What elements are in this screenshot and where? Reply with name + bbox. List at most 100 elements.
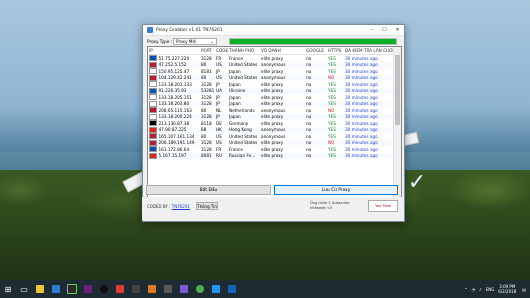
cell-port: 3128 xyxy=(201,81,212,87)
app-icon-b[interactable] xyxy=(144,280,160,298)
cell-code: DE xyxy=(216,120,222,126)
record-icon[interactable] xyxy=(96,280,112,298)
language-indicator[interactable]: ENG xyxy=(486,287,495,292)
table-row[interactable]: 133.18.200.224 3128 JP Japan elite proxy no YE… xyxy=(148,113,393,120)
ip-text: 47.252.5.152 xyxy=(158,62,187,68)
windows-start-icon[interactable]: ⊞ xyxy=(0,280,16,298)
table-row[interactable]: 91.226.35.93 53281 UA Ukraine elite proxy no Y… xyxy=(148,87,393,94)
table-row[interactable]: 208.65.115.163 80 NL Netherlands anonymous no… xyxy=(148,107,393,114)
col-header-google[interactable]: GOOGLE xyxy=(305,48,327,53)
table-row[interactable]: 133.18.203.80 3128 JP Japan elite proxy no YES… xyxy=(148,100,393,107)
minimize-button[interactable]: – xyxy=(365,25,378,35)
col-header-code[interactable]: CODE xyxy=(215,48,228,53)
cell-ip: 165.107.161.134 xyxy=(148,133,200,140)
table-row[interactable]: 5.167.15.197 8081 RU Russian Fe... elite pro… xyxy=(148,152,393,159)
media-icon[interactable] xyxy=(112,280,128,298)
edge-icon[interactable] xyxy=(48,280,64,298)
col-header-port[interactable]: PORT xyxy=(200,48,215,53)
vertical-scrollbar[interactable] xyxy=(393,47,401,207)
flag-icon xyxy=(149,107,157,114)
table-row[interactable]: 133.18.205.151 3128 JP Japan elite proxy no YE… xyxy=(148,94,393,101)
app-icon-c[interactable] xyxy=(160,280,176,298)
folder-icon[interactable] xyxy=(32,280,48,298)
cell-https: YES xyxy=(328,114,336,120)
title-bar[interactable]: Proxy Grabber v1.01 TN76201 – ☐ ✕ xyxy=(143,25,404,36)
ip-text: 91.226.35.93 xyxy=(158,88,187,94)
table-row[interactable]: 47.90.87.225 88 HK Hong Kong anonymous no YES 3… xyxy=(148,126,393,133)
proxy-type-select[interactable]: Proxy Mới ⌄ xyxy=(173,37,217,45)
flag-icon xyxy=(149,139,157,146)
col-header-city[interactable]: THÀNH PHỐ xyxy=(228,48,260,53)
flag-icon xyxy=(149,81,157,88)
cell-google: no xyxy=(306,127,312,133)
cell-last-checked: 30 minutes ago xyxy=(345,140,378,146)
maximize-button[interactable]: ☐ xyxy=(378,25,391,35)
col-header-https[interactable]: HTTPS xyxy=(327,48,344,53)
cell-https: YES xyxy=(328,146,336,152)
notifications-icon[interactable]: ▤ xyxy=(522,287,526,292)
cell-google: no xyxy=(306,107,312,113)
cell-anonymity: elite proxy xyxy=(261,114,284,120)
ip-text: 133.18.200.224 xyxy=(158,114,192,120)
cell-https: YES xyxy=(328,127,336,133)
cell-city: France xyxy=(229,146,243,152)
cell-https: YES xyxy=(328,62,336,68)
table-row[interactable]: 150.95.125.47 8181 JP Japan elite proxy no YES… xyxy=(148,68,393,75)
table-row[interactable]: 51.75.227.220 3128 FR France elite proxy no YE… xyxy=(148,55,393,62)
cell-anonymity: anonymous xyxy=(261,133,286,139)
cell-anonymity: anonymous xyxy=(261,127,286,133)
ip-text: 208.65.115.163 xyxy=(158,107,192,113)
cell-google: no xyxy=(306,62,312,68)
clock[interactable]: 3:09 PM 6/2/2018 xyxy=(498,284,516,294)
table-row[interactable]: 163.172.86.64 3128 FR France elite proxy no YE… xyxy=(148,146,393,153)
cell-port: 80 xyxy=(201,107,207,113)
cell-anonymity: anonymous xyxy=(261,75,286,81)
col-header-anonymity[interactable]: VÔ DANH xyxy=(260,48,305,53)
cell-last-checked: 30 minutes ago xyxy=(345,68,378,74)
volume-icon[interactable]: ♪ xyxy=(479,287,482,292)
app-icon-d[interactable] xyxy=(176,280,192,298)
author-link[interactable]: TN76201 xyxy=(172,204,190,209)
cell-code: HK xyxy=(216,127,222,133)
cell-last-checked: 30 minutes ago xyxy=(345,153,378,159)
cell-port: 3128 xyxy=(201,94,212,100)
ip-text: 213.136.87.38 xyxy=(158,120,190,126)
col-header-last-checked[interactable]: ĐÃ KIỂM TRA LẦN CUỐI xyxy=(344,48,393,53)
ip-text: 150.95.125.47 xyxy=(158,68,190,74)
table-row[interactable]: 165.107.161.134 80 US United States anonymou… xyxy=(148,133,393,140)
cell-anonymity: elite proxy xyxy=(261,55,284,61)
ip-text: 47.90.87.225 xyxy=(158,127,187,133)
app-icon-e[interactable] xyxy=(208,280,224,298)
close-button[interactable]: ✕ xyxy=(391,25,404,35)
visual-studio-icon[interactable] xyxy=(80,280,96,298)
table-row[interactable]: 206.189.191.149 3128 US United States elite … xyxy=(148,139,393,146)
flag-icon xyxy=(149,120,157,127)
chrome-icon[interactable] xyxy=(192,280,208,298)
terminal-icon[interactable] xyxy=(64,280,80,298)
table-row[interactable]: 133.18.201.133 3128 JP Japan elite proxy no YE… xyxy=(148,81,393,88)
cell-ip: 208.65.115.163 xyxy=(148,107,200,114)
cell-city: Japan xyxy=(229,68,241,74)
clock-date: 6/2/2018 xyxy=(498,289,517,294)
youtube-logo[interactable]: You Tube xyxy=(368,200,398,212)
cell-port: 53281 xyxy=(201,88,215,94)
cell-code: UA xyxy=(216,88,222,94)
chevron-down-icon: ⌄ xyxy=(210,38,214,44)
flag-icon xyxy=(149,74,157,81)
cell-anonymity: elite proxy xyxy=(261,101,284,107)
table-row[interactable]: 213.136.87.38 8118 DE Germany elite proxy no Y… xyxy=(148,120,393,127)
network-icon[interactable]: ◔ xyxy=(472,287,476,292)
cell-https: YES xyxy=(328,101,336,107)
app-icon-f[interactable] xyxy=(224,280,240,298)
task-view-icon[interactable]: ▭ xyxy=(16,280,32,298)
col-header-ip[interactable]: IP xyxy=(148,48,200,53)
save-proxy-button[interactable]: Lưu Cứ Proxy xyxy=(274,185,398,195)
table-row[interactable]: 47.252.5.152 80 US United States anonymous no… xyxy=(148,61,393,68)
tray-chevron-icon[interactable]: ⌃ xyxy=(464,287,467,292)
start-button[interactable]: Bắt Đầu xyxy=(146,185,271,195)
cell-last-checked: 30 minutes ago xyxy=(345,88,378,94)
table-row[interactable]: 104.129.42.241 80 US United States anonymous… xyxy=(148,74,393,81)
cell-ip: 133.18.205.151 xyxy=(148,94,200,101)
info-button[interactable]: Thông Tin xyxy=(196,202,218,210)
app-icon-a[interactable] xyxy=(128,280,144,298)
